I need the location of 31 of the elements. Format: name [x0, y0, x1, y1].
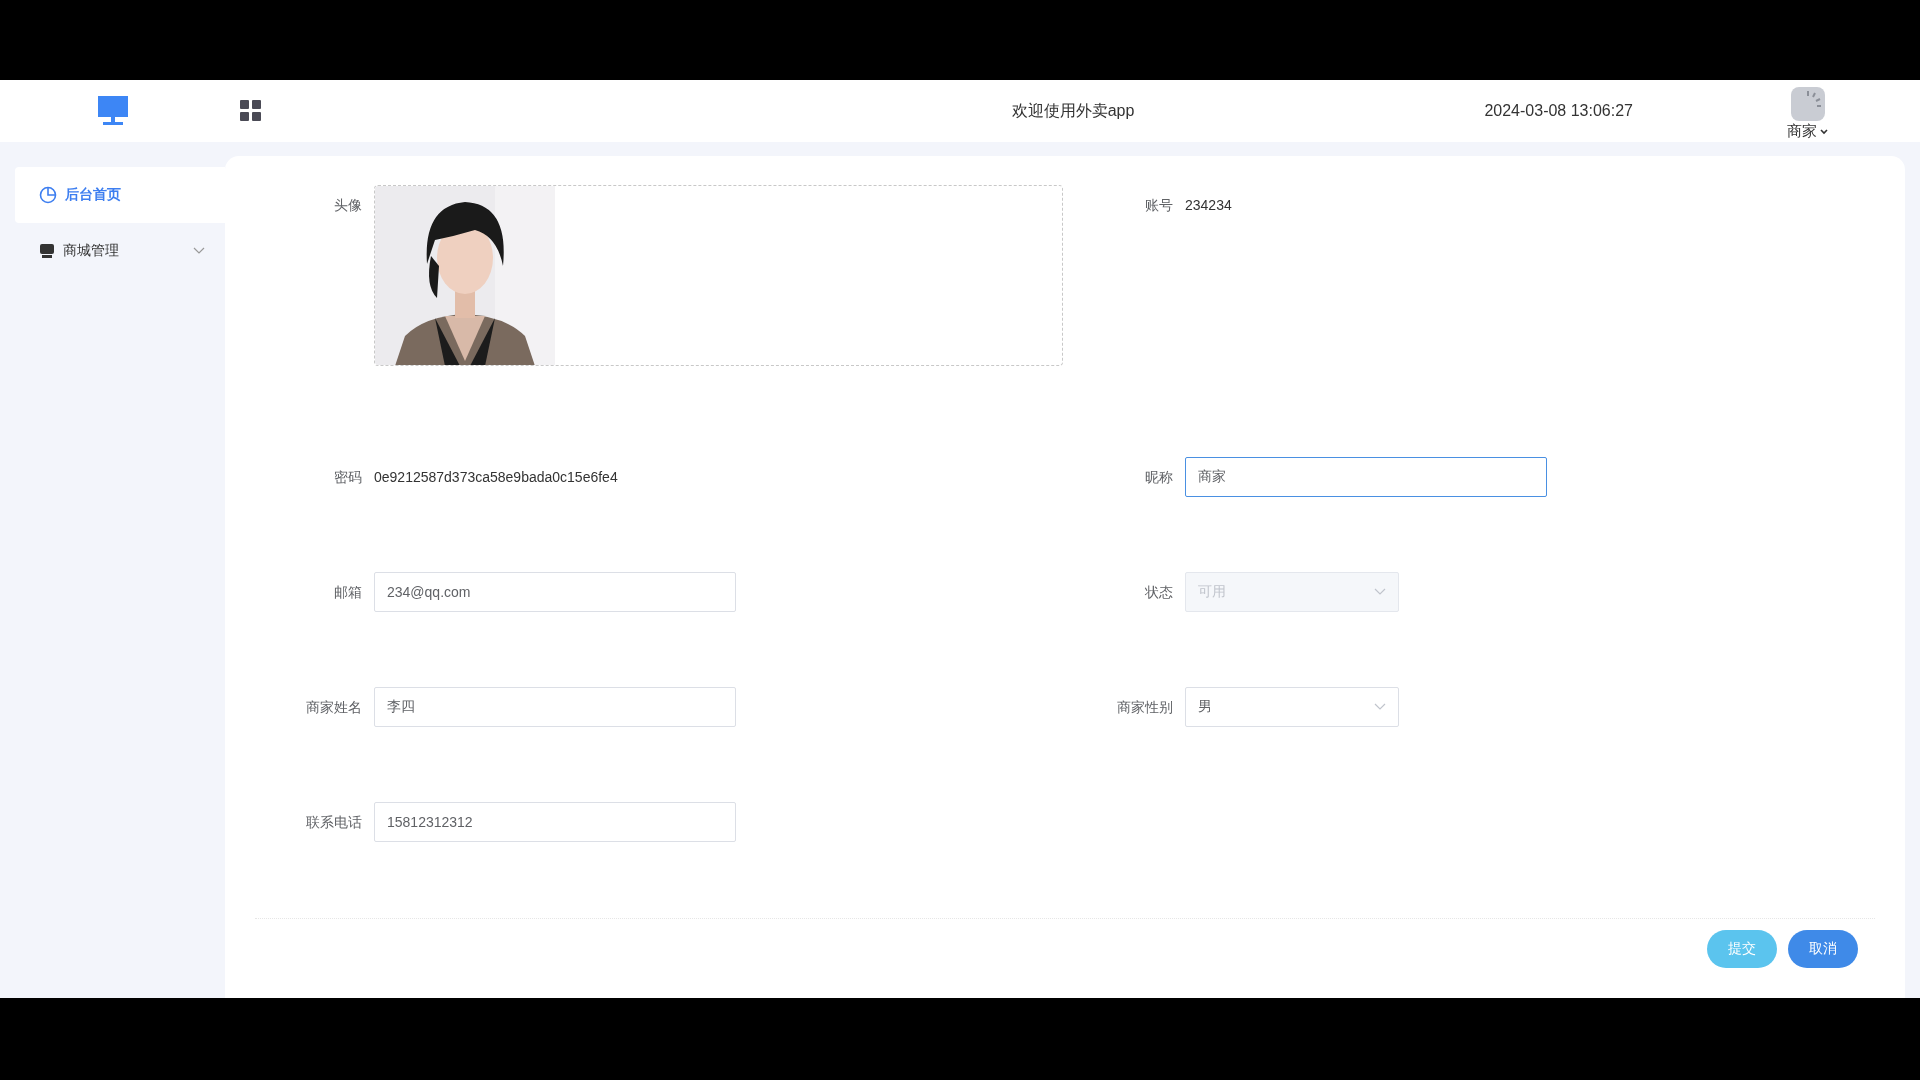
caret-icon: [1374, 703, 1386, 711]
shop-icon: [39, 243, 55, 259]
field-label: 账号: [1144, 196, 1174, 215]
field-value: 234234: [1185, 196, 1232, 215]
field-label: 状态: [1144, 583, 1174, 602]
pie-chart-icon: [39, 186, 57, 204]
field-label: 密码: [333, 468, 363, 487]
form-button[interactable]: 取消: [1788, 930, 1858, 968]
sidebar-item[interactable]: 后台首页: [15, 167, 225, 223]
sidebar-item[interactable]: 商城管理: [15, 223, 225, 279]
avatar-upload[interactable]: [374, 185, 1063, 366]
date-time: 2024-03-08 13:06:27: [1484, 102, 1633, 120]
field-label: 商家性别: [1116, 698, 1174, 717]
field-label: 联系电话: [305, 813, 363, 832]
field-label: 商家姓名: [305, 698, 363, 717]
input-field[interactable]: 李四: [374, 687, 736, 727]
welcome-title: 欢迎使用外卖app: [1010, 101, 1136, 121]
monitor-icon: [97, 95, 129, 127]
field-label: 昵称: [1144, 468, 1174, 487]
input-field[interactable]: 234@qq.com: [374, 572, 736, 612]
caret-icon: [1374, 588, 1386, 596]
field-label: 头像: [333, 196, 363, 215]
input-field[interactable]: 商家: [1185, 457, 1547, 497]
field-label: 邮箱: [333, 583, 363, 602]
field-value: 0e9212587d373ca58e9bada0c15e6fe4: [374, 468, 618, 487]
select-field[interactable]: 男: [1185, 687, 1399, 727]
avatar-icon[interactable]: [1790, 87, 1825, 121]
input-field[interactable]: 15812312312: [374, 802, 736, 842]
grid-menu-icon[interactable]: [240, 100, 262, 122]
user-menu[interactable]: 商家: [1787, 122, 1828, 141]
caret-icon: [1820, 128, 1828, 135]
